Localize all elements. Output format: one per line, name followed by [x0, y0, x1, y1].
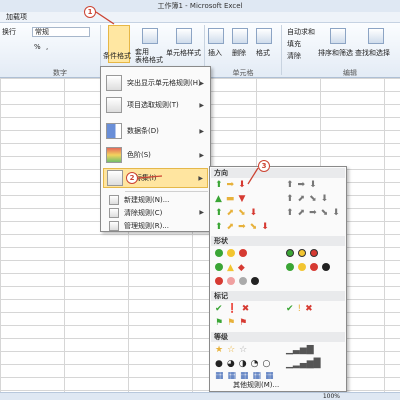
icon-set-3-stars[interactable]: ★ ☆ ☆ [215, 345, 247, 355]
icon-set-5-arrows-colored[interactable]: ⬆ ⬈ ➡ ⬊ ⬇ [215, 222, 269, 232]
menu-item-new-rule[interactable]: 新建规则(N)... [103, 193, 208, 206]
tab-addins[interactable]: 加载项 [0, 12, 400, 23]
zoom-level[interactable]: 100% [0, 392, 400, 400]
autosum-button[interactable]: 自动求和 [287, 27, 315, 37]
icon-set-3-symbols-circled[interactable]: ✔ ❗ ✖ [215, 304, 249, 314]
arrow-down-icon: ⬇ [238, 180, 246, 190]
section-shapes: 形状 [211, 236, 345, 246]
menu-item-highlight-rules[interactable]: 突出显示单元格规则(H) ▶ [103, 73, 208, 93]
edit-group-label: 编辑 [343, 69, 357, 77]
number-group-label: 数字 [53, 69, 67, 77]
menu-item-color-scales[interactable]: 色阶(S) ▶ [103, 145, 208, 165]
callout-2: 2 [126, 172, 138, 184]
menu-item-icon-sets[interactable]: 图标集(I) ▶ [103, 168, 208, 188]
menu-item-clear-rules[interactable]: 清除规则(C) ▶ [103, 206, 208, 219]
cell-style-icon[interactable] [176, 28, 192, 44]
delete-button[interactable]: 删除 [232, 48, 246, 58]
icon-set-3-traffic-lights-rimmed[interactable] [286, 249, 318, 257]
sort-filter-icon[interactable] [330, 28, 346, 44]
icon-set-3-symbols[interactable]: ✔! ✖ [286, 304, 313, 314]
icon-set-4-arrows-gray[interactable]: ⬆ ⬈ ⬊ ⬇ [286, 194, 328, 204]
cell-style-button[interactable]: 单元格样式 [166, 48, 201, 58]
icon-set-3-arrows-gray[interactable]: ⬆ ➡ ⬇ [286, 180, 317, 190]
insert-button[interactable]: 插入 [208, 48, 222, 58]
find-select-button[interactable]: 查找和选择 [355, 48, 390, 58]
sort-filter-button[interactable]: 排序和筛选 [318, 48, 353, 58]
conditional-format-menu: 突出显示单元格规则(H) ▶ 项目选取规则(T) ▶ 数据条(D) ▶ 色阶(S… [100, 66, 211, 232]
number-format-combo[interactable]: 常规 [32, 27, 90, 37]
callout-3: 3 [258, 160, 270, 172]
icon-set-5-ratings[interactable]: ▁▂▄▆█ [286, 359, 321, 369]
arrow-up-icon: ⬆ [215, 180, 223, 190]
callout-1: 1 [84, 6, 96, 18]
color-scales-icon [106, 147, 122, 163]
section-ratings: 等级 [211, 332, 345, 342]
insert-icon[interactable] [208, 28, 224, 44]
conditional-format-button[interactable]: 条件格式 [103, 51, 131, 61]
section-indicators: 标记 [211, 291, 345, 301]
menu-item-manage-rules[interactable]: 管理规则(R)... [103, 219, 208, 232]
comma-button[interactable]: , [46, 43, 48, 51]
cells-group-label: 单元格 [232, 69, 254, 77]
wrap-text-button[interactable]: 换行 [2, 27, 16, 37]
format-button[interactable]: 格式 [256, 48, 270, 58]
clear-button[interactable]: 清除 [287, 51, 301, 61]
arrow-right-icon: ➡ [226, 180, 235, 190]
icon-set-4-ratings[interactable]: ▁▃▅▇ [286, 345, 314, 355]
icon-set-3-flags[interactable]: ⚑ ⚑ ⚑ [215, 318, 247, 328]
icon-set-4-traffic-lights[interactable] [286, 263, 330, 271]
highlight-rules-icon [106, 75, 122, 91]
icon-set-5-arrows-gray[interactable]: ⬆ ⬈ ➡ ⬊ ⬇ [286, 208, 340, 218]
data-bars-icon [106, 123, 122, 139]
more-rules-item[interactable]: 其他规则(M)... [211, 379, 345, 391]
table-format-icon[interactable] [142, 28, 158, 44]
fill-button[interactable]: 填充 [287, 39, 301, 49]
icon-set-3-arrows-colored[interactable]: ⬆ ➡ ⬇ [215, 180, 246, 190]
top-bottom-icon [106, 97, 122, 113]
title-bar: 工作簿1 - Microsoft Excel [0, 0, 400, 12]
icon-set-4-arrows-colored[interactable]: ⬆ ⬈ ⬊ ⬇ [215, 208, 257, 218]
new-rule-icon [109, 194, 119, 205]
icon-set-3-triangles[interactable]: ▲ ▬ ▼ [215, 194, 245, 204]
table-format-button[interactable]: 套用 表格格式 [135, 48, 167, 64]
delete-icon[interactable] [232, 28, 248, 44]
icon-set-5-quarters[interactable]: ● ◕ ◑ ◔ ○ [215, 359, 270, 369]
manage-rules-icon [109, 220, 119, 231]
icon-set-4-red-to-black[interactable] [215, 277, 259, 285]
format-icon[interactable] [256, 28, 272, 44]
menu-item-top-bottom-rules[interactable]: 项目选取规则(T) ▶ [103, 95, 208, 115]
icon-sets-icon [107, 170, 123, 186]
menu-item-data-bars[interactable]: 数据条(D) ▶ [103, 121, 208, 141]
icon-set-3-signs[interactable]: ▲ ◆ [215, 263, 245, 273]
icon-set-3-traffic-lights[interactable] [215, 249, 247, 257]
section-directional: 方向 [211, 168, 345, 178]
find-select-icon[interactable] [368, 28, 384, 44]
percent-button[interactable]: % [34, 43, 41, 51]
clear-rules-icon [109, 207, 119, 218]
icon-sets-submenu: 方向 ⬆ ➡ ⬇ ⬆ ➡ ⬇ ▲ ▬ ▼ ⬆ ⬈ ⬊ ⬇ ⬆ ⬈ ⬊ ⬇ ⬆ ⬈ ➡ ⬊ ⬇ ⬆ ⬈ ➡ ⬊ ⬇ 形… [209, 166, 347, 392]
